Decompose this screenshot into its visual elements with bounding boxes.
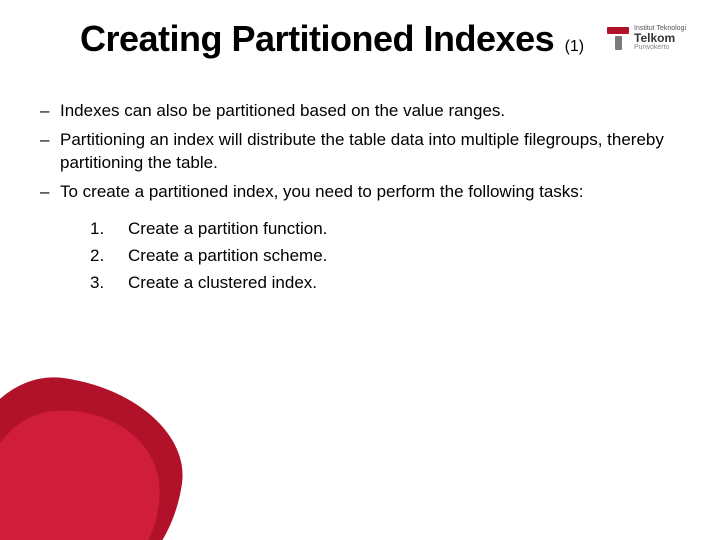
list-number: 1. [90,218,110,241]
decorative-corner-icon [0,340,220,540]
bullet-item: Indexes can also be partitioned based on… [34,100,690,123]
slide-title-suffix: (1) [565,38,585,55]
bullet-item: Partitioning an index will distribute th… [34,129,690,175]
bullet-list: Indexes can also be partitioned based on… [34,100,690,204]
logo-text: Institut Teknologi Telkom Purwokerto [634,25,686,51]
list-number: 2. [90,245,110,268]
title-row: Creating Partitioned Indexes (1) [80,18,640,60]
body-content: Indexes can also be partitioned based on… [34,100,690,299]
list-number: 3. [90,272,110,295]
logo-line2: Telkom [634,32,686,44]
slide-title: Creating Partitioned Indexes [80,18,554,59]
list-item: 2. Create a partition scheme. [90,245,690,268]
list-item: 3. Create a clustered index. [90,272,690,295]
numbered-list: 1. Create a partition function. 2. Creat… [90,218,690,295]
logo-line3: Purwokerto [634,44,686,51]
list-text: Create a partition function. [128,218,327,241]
list-text: Create a clustered index. [128,272,317,295]
list-item: 1. Create a partition function. [90,218,690,241]
bullet-item: To create a partitioned index, you need … [34,181,690,204]
institution-logo: Institut Teknologi Telkom Purwokerto [606,16,706,60]
list-text: Create a partition scheme. [128,245,327,268]
slide: Creating Partitioned Indexes (1) Institu… [0,0,720,540]
logo-mark-icon [606,23,630,53]
